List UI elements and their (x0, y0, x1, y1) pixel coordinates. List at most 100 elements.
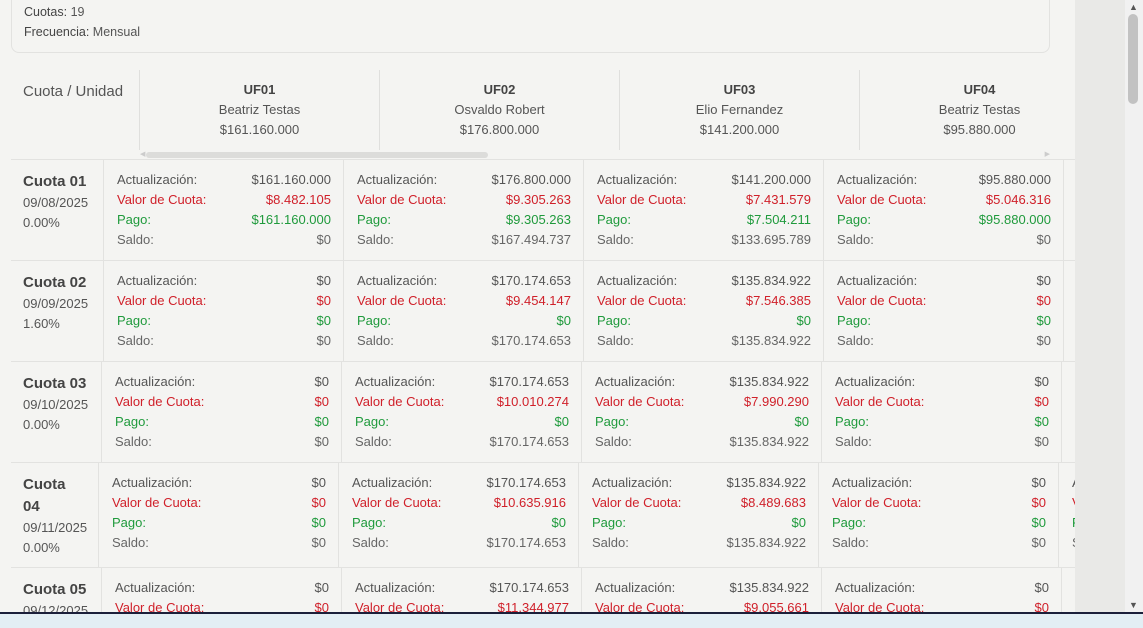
scroll-right-arrow-icon[interactable]: ▶ (1045, 151, 1050, 158)
unit-cell-partial: ActualizaValor dePago:Saldo: (1063, 261, 1075, 362)
line-label: Valor de Cuota: (597, 192, 687, 207)
line-value: $7.431.579 (745, 192, 811, 207)
line-label: Pago: (357, 212, 391, 227)
line-value: $0 (554, 414, 569, 429)
unit-cell: Actualización: $135.834.922 Valor de Cuota… (578, 463, 818, 568)
line-value: $170.174.653 (491, 273, 571, 288)
line-act: Actualización: $0 (835, 578, 1049, 598)
line-saldo: Saldo: $135.834.922 (597, 331, 811, 351)
line-label: Valor de Cuota: (835, 394, 925, 409)
cuota-row: Cuota 03 09/10/2025 0.00% Actualización: $0 V… (11, 361, 1075, 463)
line-label: Actualización: (835, 580, 916, 595)
scroll-left-arrow-icon[interactable]: ◀ (140, 151, 145, 158)
line-value: $0 (314, 580, 329, 595)
line-label: Pago: (357, 313, 391, 328)
unit-cell: Actualización: $135.834.922 Valor de Cuota… (583, 261, 823, 362)
cuota-row: Cuota 02 09/09/2025 1.60% Actualización: $0 V… (11, 260, 1075, 362)
line-label: Pago: (115, 414, 149, 429)
line-label: Actualización: (592, 475, 673, 490)
cuota-date: 09/08/2025 (23, 195, 89, 210)
line-value: $8.482.105 (265, 192, 331, 207)
line-valor: Valor de Cuota: $8.489.683 (592, 493, 806, 513)
line-label: Valor de Cuota: (357, 293, 447, 308)
line-valor: Valor de Cuota: $7.990.290 (595, 392, 809, 412)
cuota-label: Cuota 04 09/11/2025 0.00% (23, 474, 87, 558)
line-valor: Valor de Cuota: $7.546.385 (597, 291, 811, 311)
line-act: Actualización: $0 (112, 473, 326, 493)
cuota-row: Cuota 05 09/12/2025 Actualización: $0 Valor … (11, 567, 1075, 612)
unit-header-uf02: UF02 Osvaldo Robert $176.800.000 (379, 70, 619, 150)
horizontal-scroll-thumb[interactable] (146, 152, 488, 158)
line-value: $8.489.683 (740, 495, 806, 510)
line-act: Actualización: $135.834.922 (595, 578, 809, 598)
line-value: $0 (1031, 475, 1046, 490)
line-value: $170.174.653 (489, 434, 569, 449)
line-label: Valor de Cuota: (595, 394, 685, 409)
line-pago: Pago: $161.160.000 (117, 210, 331, 230)
line-value: $0 (314, 600, 329, 612)
line-label: Valor de Cuota: (592, 495, 682, 510)
line-valor: Valor de Cuota: $0 (832, 493, 1046, 513)
scroll-up-arrow-icon[interactable]: ▲ (1129, 2, 1138, 12)
line-value: $0 (316, 232, 331, 247)
line-label: Valor de Cuota: (117, 192, 207, 207)
unit-header-uf04: UF04 Beatriz Testas $95.880.000 (859, 70, 1075, 150)
frecuencia: Frecuencia: Mensual (24, 25, 140, 39)
line-value: $0 (316, 333, 331, 348)
line-value: $0 (314, 394, 329, 409)
line-value: $161.160.000 (251, 172, 331, 187)
vertical-scroll-thumb[interactable] (1128, 14, 1138, 104)
line-saldo: Saldo: (1072, 533, 1075, 553)
line-act: Actualización: $170.174.653 (352, 473, 566, 493)
line-label: Saldo: (357, 232, 394, 247)
plan-info-card (11, 0, 1050, 53)
line-value: $0 (1031, 495, 1046, 510)
line-label: Pago: (597, 212, 631, 227)
line-label: Actualización: (352, 475, 433, 490)
line-label: Saldo: (832, 535, 869, 550)
line-act: Actualización: $141.200.000 (597, 170, 811, 190)
unit-cell: Actualización: $170.174.653 Valor de Cuota… (338, 463, 578, 568)
horizontal-scrollbar[interactable]: ◀ ▶ (140, 151, 1050, 158)
line-label: Saldo: (355, 434, 392, 449)
line-pago: Pago: $0 (835, 412, 1049, 432)
line-act: Actualización: $0 (832, 473, 1046, 493)
line-value: $0 (316, 313, 331, 328)
line-value: $135.834.922 (729, 434, 809, 449)
vertical-scrollbar[interactable]: ▲ ▼ (1125, 0, 1143, 612)
line-label: Pago: (355, 414, 389, 429)
line-label: Saldo: (352, 535, 389, 550)
line-label: Actualización: (595, 374, 676, 389)
line-label: Actualización: (832, 475, 913, 490)
line-pago: Pago: $0 (832, 513, 1046, 533)
line-value: $7.546.385 (745, 293, 811, 308)
line-label: Saldo: (117, 333, 154, 348)
line-value: $135.834.922 (726, 535, 806, 550)
line-act: Actualización: $0 (115, 372, 329, 392)
line-value: $135.834.922 (731, 273, 811, 288)
line-label: Actualización: (115, 580, 196, 595)
cuota-percentage: 0.00% (23, 540, 60, 555)
line-valor: Valor de Cuota: $0 (117, 291, 331, 311)
line-valor: Valor de Cuota: $7.431.579 (597, 190, 811, 210)
cuota-label: Cuota 02 09/09/2025 1.60% (23, 272, 101, 334)
line-label: Valor de Cuota: (357, 192, 447, 207)
line-saldo: Saldo: $0 (832, 533, 1046, 553)
scroll-down-arrow-icon[interactable]: ▼ (1129, 600, 1138, 610)
line-saldo: Saldo: $0 (837, 331, 1051, 351)
line-label: Actualización: (117, 172, 198, 187)
line-value: $133.695.789 (731, 232, 811, 247)
line-pago: Pago: $0 (352, 513, 566, 533)
line-saldo: Saldo: $170.174.653 (357, 331, 571, 351)
unit-amount: $176.800.000 (459, 122, 540, 137)
cuota-date: 09/09/2025 (23, 296, 89, 311)
corner-header: Cuota / Unidad (23, 83, 124, 100)
unit-cell: Actualización:$0Valor de Cuota:$0Pago:Sa… (821, 568, 1061, 612)
line-act: Actualización: $161.160.000 (117, 170, 331, 190)
line-label: Saldo: (115, 434, 152, 449)
line-value: $0 (796, 313, 811, 328)
line-label: Saldo: (1072, 533, 1075, 553)
line-label: Actualización: (835, 374, 916, 389)
line-label: Actualización: (595, 580, 676, 595)
line-value: $10.010.274 (496, 394, 569, 409)
